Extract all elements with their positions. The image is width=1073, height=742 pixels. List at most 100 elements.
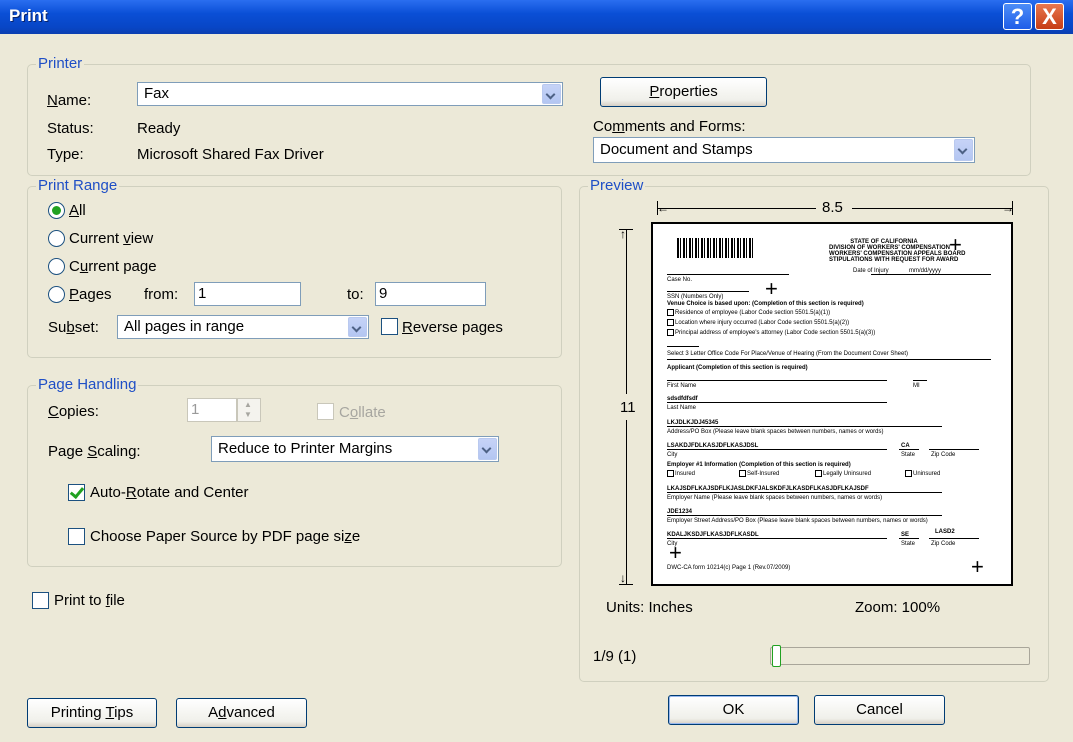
copies-label: Copies: [48, 403, 99, 420]
properties-button[interactable]: Properties [600, 77, 767, 107]
current-view-radio[interactable] [48, 230, 65, 247]
doc-line [913, 380, 927, 381]
printer-legend: Printer [36, 55, 85, 72]
page-slider-track[interactable] [770, 647, 1030, 665]
printer-name-select[interactable]: Fax [137, 82, 563, 106]
height-label: 11 [620, 399, 636, 416]
doc-zip2: Zip Code [931, 541, 956, 547]
barcode-icon [677, 238, 755, 258]
doc-street: Employer Street Address/PO Box (Please l… [667, 518, 928, 524]
title-bar[interactable]: Print ? X [0, 0, 1073, 34]
doc-address: Address/PO Box (Please leave blank space… [667, 429, 884, 435]
arrow-up-icon: ↑ [620, 227, 626, 241]
doc-venue: Venue Choice is based upon: (Completion … [667, 301, 864, 307]
chevron-down-icon[interactable] [542, 84, 561, 104]
doc-first-name: First Name [667, 383, 697, 389]
printing-tips-button[interactable]: Printing Tips [27, 698, 157, 728]
doc-line [667, 538, 887, 539]
chevron-down-icon[interactable] [348, 317, 367, 337]
from-label: from: [144, 286, 179, 303]
doc-city: City [667, 452, 678, 458]
page-slider-thumb[interactable] [772, 645, 781, 667]
close-icon[interactable]: X [1035, 3, 1064, 30]
all-radio[interactable] [48, 202, 65, 219]
doc-line [667, 274, 789, 275]
arrow-down-icon: ↓ [620, 571, 626, 585]
spin-down-icon: ▼ [244, 410, 252, 419]
advanced-button[interactable]: Advanced [176, 698, 307, 728]
page-handling-legend: Page Handling [36, 376, 139, 393]
doc-line [667, 515, 942, 516]
collate-label: Collate [339, 404, 386, 421]
doc-line [667, 291, 749, 292]
doc-line [667, 380, 887, 381]
print-to-file-checkbox[interactable] [32, 592, 49, 609]
collate-checkbox[interactable] [317, 403, 334, 420]
doc-uninsured: Uninsured [913, 471, 941, 477]
doc-line [667, 426, 942, 427]
arrow-right-icon: → [1002, 201, 1014, 215]
to-input[interactable]: 9 [375, 282, 486, 306]
doc-legally: Legally Uninsured [823, 471, 872, 477]
all-label: All [69, 202, 86, 219]
doc-line [667, 402, 887, 403]
doc-line [871, 274, 991, 275]
current-page-radio[interactable] [48, 258, 65, 275]
paper-source-label: Choose Paper Source by PDF page size [90, 528, 361, 545]
crosshair-icon: + [949, 232, 962, 257]
from-input[interactable]: 1 [194, 282, 301, 306]
width-line-right [852, 208, 1012, 209]
arrow-left-icon: ← [657, 201, 669, 215]
comments-forms-value: Document and Stamps [600, 141, 753, 158]
cancel-button[interactable]: Cancel [814, 695, 945, 725]
print-range-legend: Print Range [36, 177, 120, 194]
pages-radio[interactable] [48, 286, 65, 303]
type-label: Type: [47, 146, 84, 163]
doc-checkbox [667, 329, 674, 336]
chevron-down-icon[interactable] [478, 438, 497, 460]
help-icon[interactable]: ? [1003, 3, 1032, 30]
height-line-top [626, 230, 627, 394]
width-label: 8.5 [822, 199, 843, 216]
copies-input[interactable]: 1 [187, 398, 237, 422]
doc-zip: Zip Code [931, 452, 956, 458]
doc-checkbox [667, 309, 674, 316]
doc-state: State [901, 452, 916, 458]
doc-line [667, 492, 942, 493]
doc-line [667, 346, 699, 347]
crosshair-icon: + [971, 554, 984, 579]
width-line-left [658, 208, 816, 209]
status-label: Status: [47, 120, 94, 137]
chevron-down-icon[interactable] [954, 139, 973, 161]
doc-venue-2: Location where injury occurred (Labor Co… [675, 320, 850, 326]
copies-spinner[interactable]: ▲ ▼ [237, 398, 261, 422]
page-scaling-select[interactable]: Reduce to Printer Margins [211, 436, 499, 462]
subset-value: All pages in range [124, 318, 245, 335]
doc-checkbox [905, 470, 912, 477]
units-label: Units: Inches [606, 599, 693, 616]
comments-forms-select[interactable]: Document and Stamps [593, 137, 975, 163]
subset-select[interactable]: All pages in range [117, 315, 369, 339]
crosshair-icon: + [765, 276, 778, 301]
doc-ssn: SSN (Numbers Only) [667, 294, 724, 300]
auto-rotate-checkbox[interactable] [68, 484, 85, 501]
printer-name-value: Fax [144, 85, 170, 102]
doc-case-no: Case No. [667, 277, 693, 283]
ok-button[interactable]: OK [668, 695, 799, 725]
preview-legend: Preview [588, 177, 646, 194]
doc-line [929, 538, 979, 539]
doc-state2: State [901, 541, 916, 547]
reverse-pages-checkbox[interactable] [381, 318, 398, 335]
doc-applicant: Applicant (Completion of this section is… [667, 365, 808, 371]
paper-source-checkbox[interactable] [68, 528, 85, 545]
doc-employer-name: Employer Name (Please leave blank spaces… [667, 495, 883, 501]
doc-line [667, 359, 991, 360]
height-line-bottom [626, 420, 627, 584]
doc-heading-4: STIPULATIONS WITH REQUEST FOR AWARD [829, 257, 959, 263]
window-title: Print [9, 6, 48, 25]
current-view-label: Current view [69, 230, 154, 247]
doc-line [667, 449, 887, 450]
doc-footer: DWC-CA form 10214(c) Page 1 (Rev.07/2009… [667, 565, 791, 571]
name-label: Name: [47, 92, 92, 109]
spin-up-icon: ▲ [244, 400, 252, 409]
